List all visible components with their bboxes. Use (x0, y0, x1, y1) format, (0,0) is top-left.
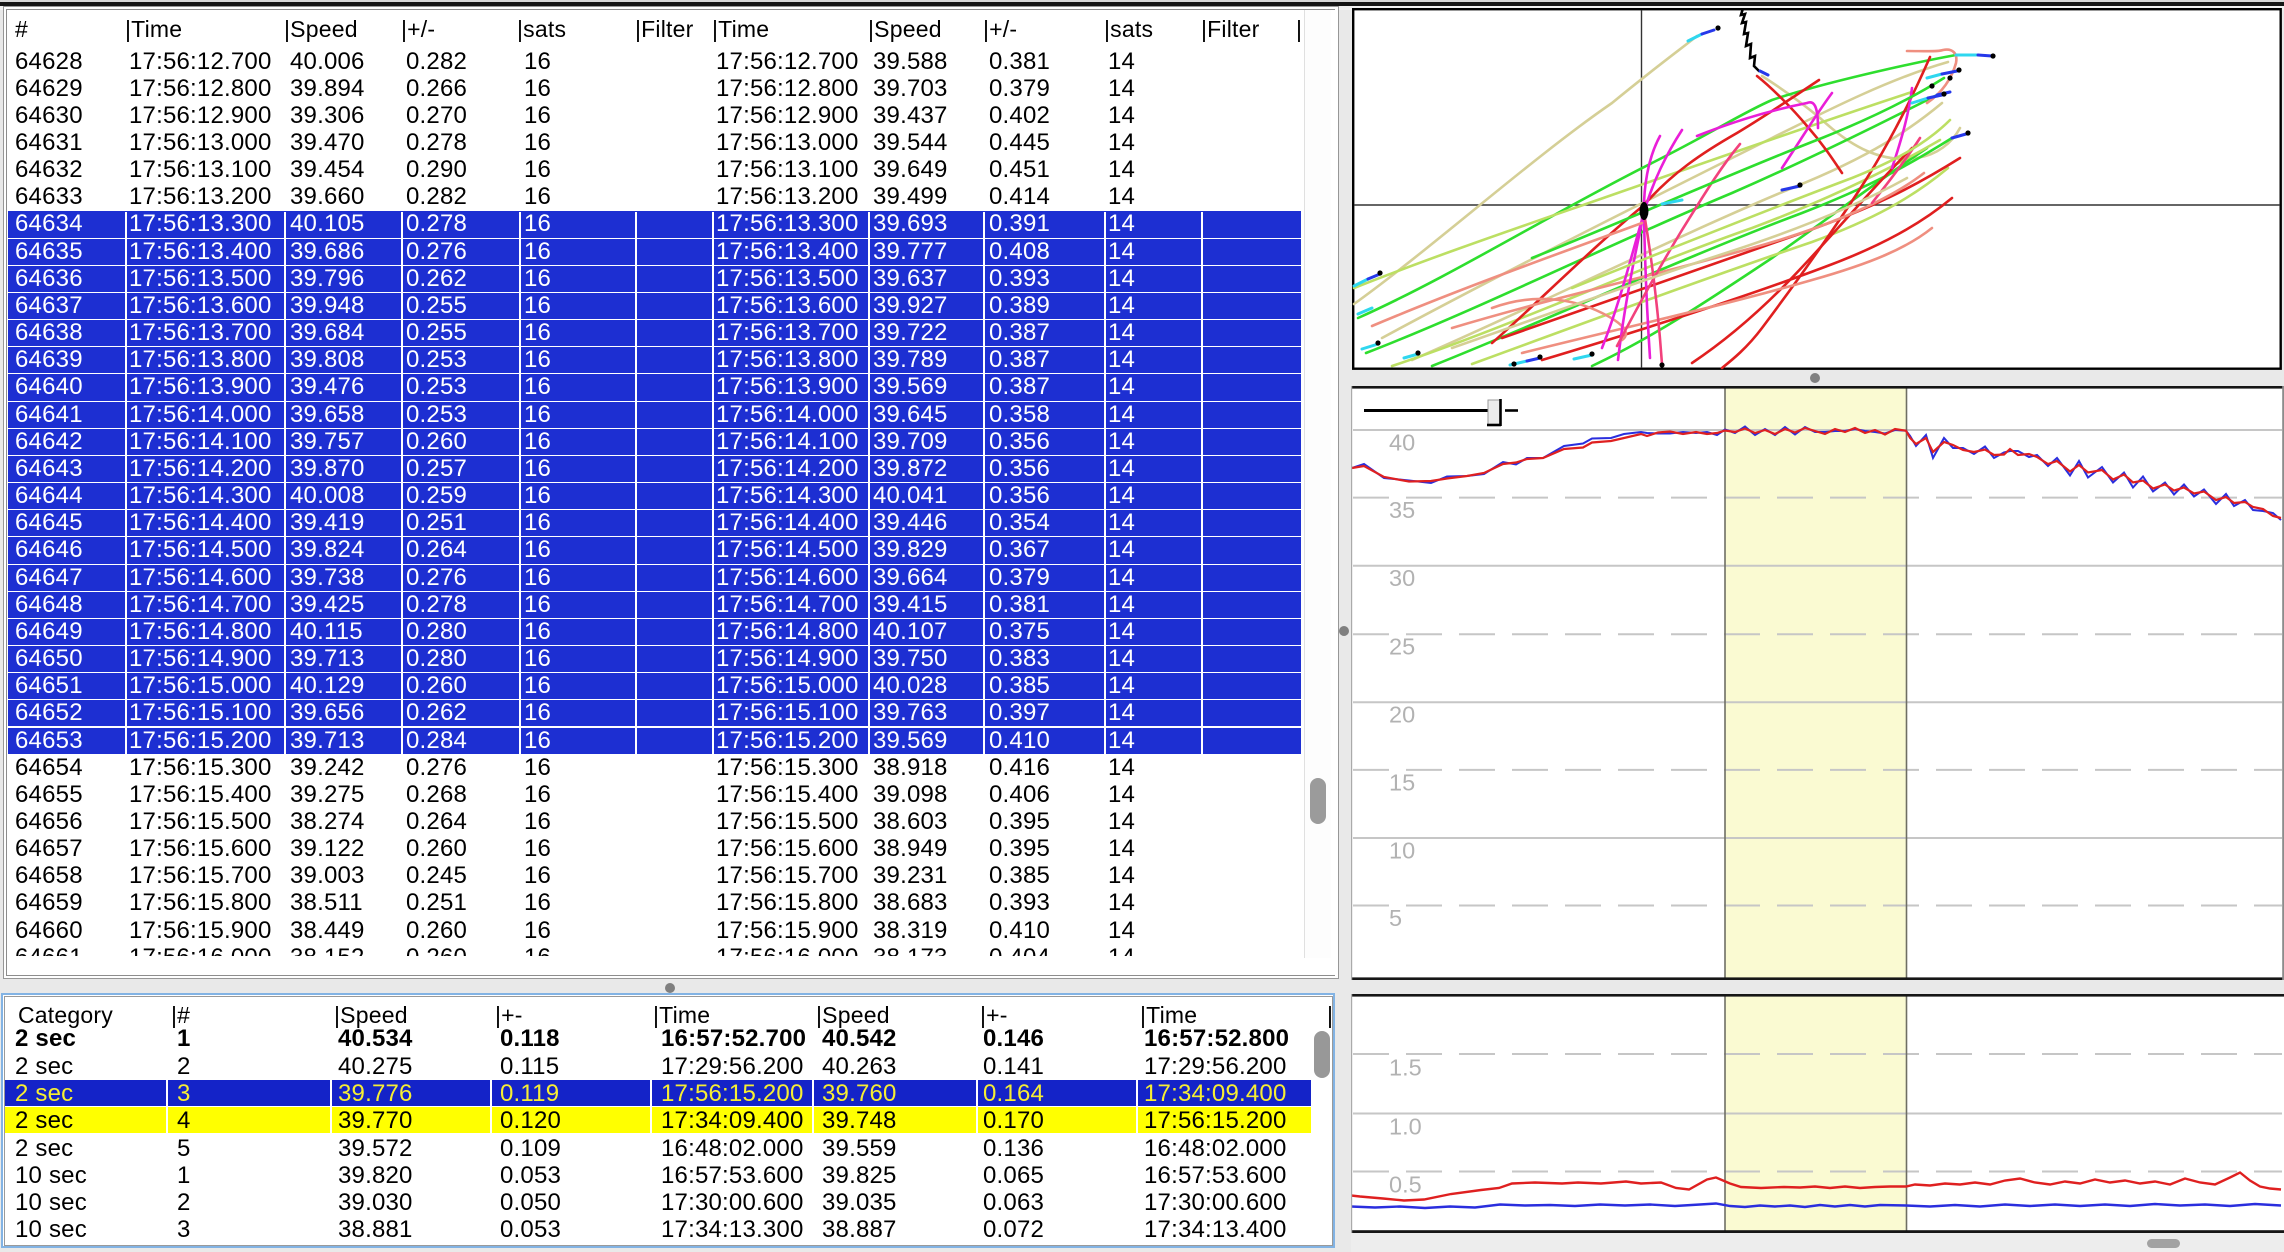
svg-text:25: 25 (1389, 634, 1415, 660)
svg-text:35: 35 (1389, 497, 1415, 523)
svg-text:1.0: 1.0 (1389, 1113, 1422, 1139)
svg-text:40: 40 (1389, 430, 1415, 456)
svg-text:30: 30 (1389, 565, 1415, 591)
svg-text:10: 10 (1389, 838, 1415, 864)
svg-text:5: 5 (1389, 905, 1402, 931)
svg-text:0.5: 0.5 (1389, 1171, 1422, 1197)
svg-text:20: 20 (1389, 702, 1415, 728)
svg-text:15: 15 (1389, 769, 1415, 795)
svg-text:1.5: 1.5 (1389, 1054, 1422, 1080)
